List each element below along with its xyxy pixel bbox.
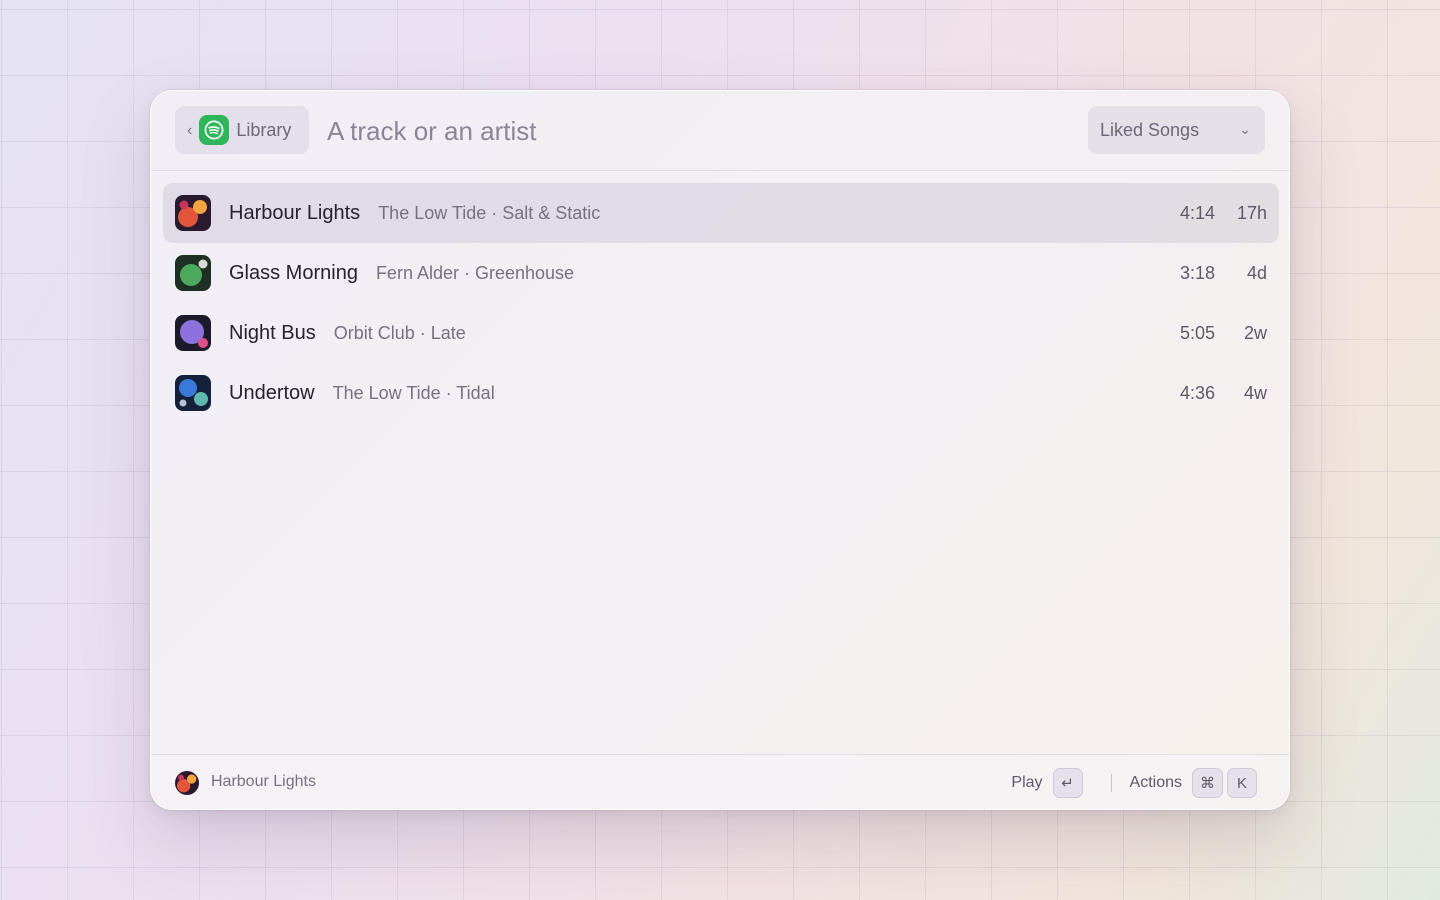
actions-button[interactable]: Actions [1130,774,1182,792]
track-added: 4w [1243,382,1267,403]
track-duration: 4:14 [1179,202,1215,223]
divider [1110,774,1112,792]
search-input[interactable] [327,109,1027,153]
track-row[interactable]: Glass Morning Fern Alder · Greenhouse 3:… [163,243,1279,303]
play-action[interactable]: Play [1011,774,1042,792]
track-subtitle: The Low Tide · Tidal [332,382,495,403]
back-label: Library [236,119,292,140]
search-header: ‹ Library Liked Songs ⌄ [151,91,1289,171]
track-title: Glass Morning [229,261,358,284]
track-added: 4d [1246,262,1267,283]
playlist-dropdown[interactable]: Liked Songs ⌄ [1088,106,1265,154]
dropdown-selected: Liked Songs [1100,119,1200,140]
track-added: 2w [1243,322,1267,343]
selected-track-title: Harbour Lights [211,773,316,790]
launcher-window: ‹ Library Liked Songs ⌄ [150,90,1290,810]
track-title: Undertow [229,381,315,404]
track-duration: 5:05 [1179,322,1215,343]
return-key-icon: ↵ [1052,768,1083,798]
track-duration: 3:18 [1179,262,1215,283]
chevron-left-icon: ‹ [187,122,193,139]
album-art-icon [175,315,211,351]
track-duration: 4:36 [1179,382,1215,403]
spotify-icon [199,115,230,145]
track-subtitle: The Low Tide · Salt & Static [378,202,601,223]
album-art-icon [175,375,211,411]
command-key-icon: ⌘ [1192,768,1223,798]
track-subtitle: Fern Alder · Greenhouse [375,262,575,283]
back-button[interactable]: ‹ Library [175,106,309,154]
album-art-icon [175,195,211,231]
track-title: Harbour Lights [229,201,361,224]
track-title: Night Bus [229,321,316,344]
track-subtitle: Orbit Club · Late [333,322,466,343]
k-key: K [1227,768,1257,798]
track-row[interactable]: Undertow The Low Tide · Tidal 4:36 4w [163,363,1279,423]
album-art-icon [175,255,211,291]
action-bar: Harbour Lights Play ↵ Actions ⌘ K [151,754,1289,809]
album-art-icon [175,771,199,795]
track-row[interactable]: Night Bus Orbit Club · Late 5:05 2w [163,303,1279,363]
track-list: Harbour Lights The Low Tide · Salt & Sta… [163,183,1279,423]
track-added: 17h [1236,202,1267,223]
chevron-down-icon: ⌄ [1239,121,1251,137]
track-row[interactable]: Harbour Lights The Low Tide · Salt & Sta… [163,183,1279,243]
